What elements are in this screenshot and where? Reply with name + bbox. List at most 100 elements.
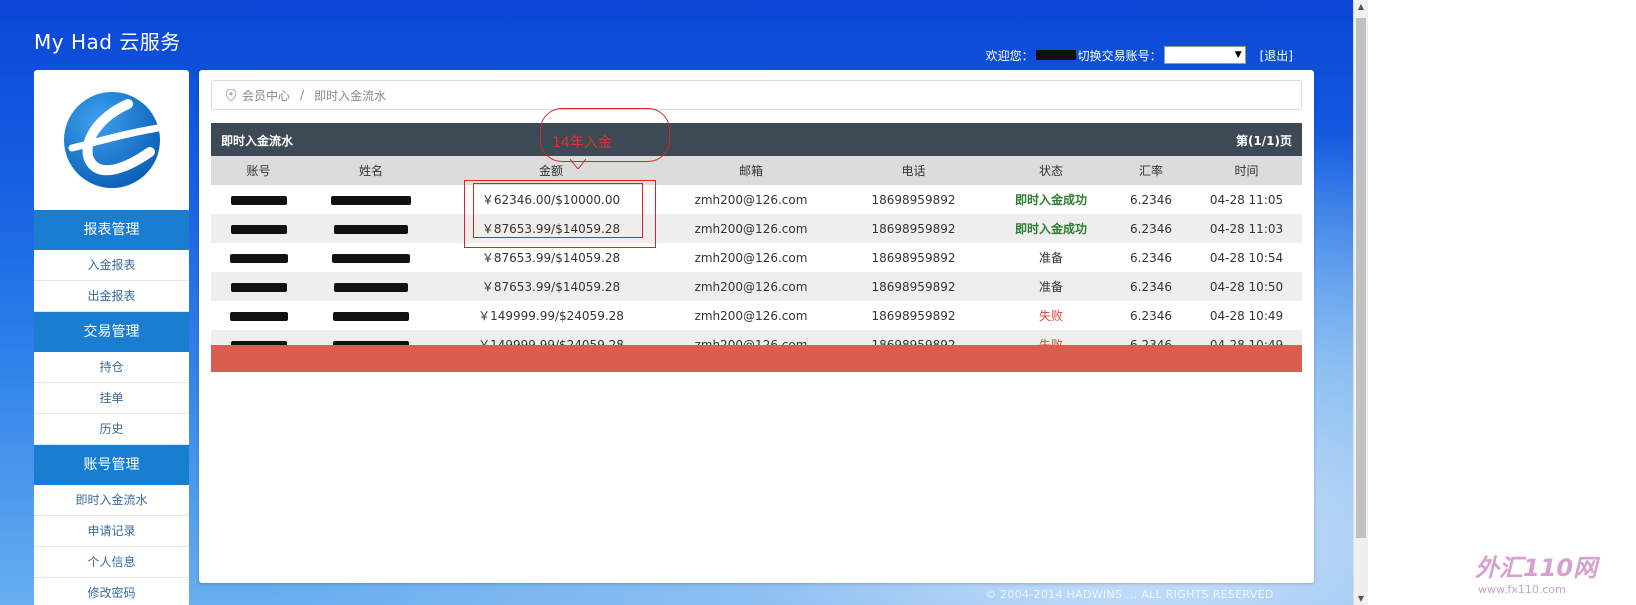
name-cell [306, 243, 436, 272]
table-header-row: 账号 姓名 金额 邮箱 电话 状态 汇率 时间 [211, 156, 1302, 185]
sidebar-item-positions[interactable]: 持仓 [34, 352, 189, 383]
table-row: ￥149999.99/$24059.28 zmh200@126.com 1869… [211, 301, 1302, 330]
time-cell: 04-28 11:03 [1191, 214, 1302, 243]
email-cell: zmh200@126.com [666, 214, 836, 243]
section-report-mgmt: 报表管理 [34, 210, 189, 250]
col-header-status: 状态 [991, 156, 1111, 185]
breadcrumb-current: 即时入金流水 [314, 88, 387, 103]
watermark-url: www.fx110.com [1478, 583, 1566, 596]
rate-cell: 6.2346 [1130, 308, 1172, 323]
status-cell: 准备 [991, 272, 1111, 301]
section-trade-mgmt: 交易管理 [34, 312, 189, 352]
name-cell [306, 301, 436, 330]
name-cell [306, 272, 436, 301]
table-row: ￥87653.99/$14059.28 zmh200@126.com 18698… [211, 272, 1302, 301]
masked-name [334, 282, 408, 292]
phone-cell: 18698959892 [836, 272, 991, 301]
switch-account-label: 切换交易账号： [1077, 48, 1162, 63]
scroll-up-icon[interactable]: ▲ [1354, 2, 1368, 11]
rate-cell: 6.2346 [1111, 272, 1191, 301]
watermark-logo: 外汇110网 [1475, 554, 1598, 582]
scrollbar-thumb[interactable] [1356, 18, 1366, 538]
sidebar-item-history[interactable]: 历史 [34, 414, 189, 445]
topbar: 欢迎您： 切换交易账号： ▼ [退出] [986, 46, 1293, 64]
col-header-phone: 电话 [836, 156, 991, 185]
annotation-bubble-tail [570, 159, 586, 169]
sidebar-item-application-records[interactable]: 申请记录 [34, 516, 189, 547]
masked-account [230, 195, 287, 205]
copyright-footer: © 2004-2014 HADWINS ... ALL RIGHTS RESER… [985, 588, 1274, 601]
col-header-rate: 汇率 [1111, 156, 1191, 185]
page-indicator: 第(1/1)页 [1235, 134, 1292, 148]
email-cell: zmh200@126.com [694, 192, 808, 207]
annotation-text: 14年入金 [552, 135, 612, 151]
col-header-time: 时间 [1191, 156, 1302, 185]
name-cell [306, 214, 436, 243]
col-header-email: 邮箱 [666, 156, 836, 185]
phone-cell: 18698959892 [836, 214, 991, 243]
account-cell [211, 272, 306, 301]
status-cell: 失败 [1038, 309, 1063, 323]
time-cell: 04-28 11:05 [1209, 192, 1284, 207]
deposit-table: 账号 姓名 金额 邮箱 电话 状态 汇率 时间 ￥62346.00/$10000… [211, 156, 1302, 359]
name-cell [306, 185, 436, 214]
scroll-down-icon[interactable]: ▼ [1354, 594, 1368, 603]
sidebar-item-change-password[interactable]: 修改密码 [34, 578, 189, 605]
sidebar-item-withdraw-report[interactable]: 出金报表 [34, 281, 189, 312]
table-title: 即时入金流水 [221, 134, 294, 148]
account-cell [211, 185, 306, 214]
account-cell [211, 243, 306, 272]
account-cell [211, 214, 306, 243]
col-header-name: 姓名 [306, 156, 436, 185]
section-account-mgmt: 账号管理 [34, 445, 189, 485]
rate-cell: 6.2346 [1111, 214, 1191, 243]
masked-name [334, 224, 408, 234]
main-panel: 会员中心 / 即时入金流水 即时入金流水 第(1/1)页 账号 姓名 金额 邮箱… [199, 70, 1314, 583]
masked-account [229, 253, 288, 263]
phone-cell: 18698959892 [871, 250, 956, 265]
table-title-bar: 即时入金流水 第(1/1)页 [211, 123, 1302, 156]
status-cell: 即时入金成功 [991, 214, 1111, 243]
phone-cell: 18698959892 [871, 192, 956, 207]
welcome-label: 欢迎您： [985, 48, 1034, 63]
sidebar: 报表管理 入金报表 出金报表 交易管理 持仓 挂单 历史 账号管理 即时入金流水… [34, 70, 189, 605]
time-cell: 04-28 10:49 [1209, 308, 1284, 323]
sidebar-item-personal-info[interactable]: 个人信息 [34, 547, 189, 578]
company-logo-icon [63, 92, 161, 188]
masked-name [333, 311, 409, 321]
sidebar-item-deposit-report[interactable]: 入金报表 [34, 250, 189, 281]
location-pin-icon [226, 89, 236, 101]
masked-account [230, 224, 287, 234]
account-select[interactable]: ▼ [1163, 46, 1246, 64]
masked-account [230, 282, 287, 292]
phone-cell: 18698959892 [871, 308, 956, 323]
masked-username [1035, 50, 1076, 60]
amount-cell: ￥149999.99/$24059.28 [478, 309, 624, 323]
sidebar-item-pending-orders[interactable]: 挂单 [34, 383, 189, 414]
page-scrollbar[interactable]: ▲ ▼ [1353, 0, 1368, 605]
col-header-account: 账号 [211, 156, 306, 185]
sidebar-item-instant-deposit-log[interactable]: 即时入金流水 [34, 485, 189, 516]
rate-cell: 6.2346 [1130, 250, 1172, 265]
masked-name [332, 253, 410, 263]
table-row: ￥62346.00/$10000.00 zmh200@126.com 18698… [211, 185, 1302, 214]
masked-account [229, 311, 288, 321]
account-cell [211, 301, 306, 330]
time-cell: 04-28 10:54 [1209, 250, 1284, 265]
email-cell: zmh200@126.com [694, 308, 808, 323]
chevron-down-icon[interactable]: ▼ [1235, 50, 1242, 60]
table-row: ￥87653.99/$14059.28 zmh200@126.com 18698… [211, 243, 1302, 272]
breadcrumb-home[interactable]: 会员中心 [242, 87, 290, 104]
brand-title: My Had 云服务 [34, 30, 181, 54]
logout-link[interactable]: [退出] [1260, 47, 1293, 64]
email-cell: zmh200@126.com [666, 272, 836, 301]
table-row: ￥87653.99/$14059.28 zmh200@126.com 18698… [211, 214, 1302, 243]
email-cell: zmh200@126.com [694, 250, 808, 265]
status-cell: 准备 [1038, 251, 1063, 265]
masked-name [331, 195, 411, 205]
logo [34, 70, 189, 210]
status-cell: 即时入金成功 [1014, 193, 1087, 207]
amount-cell: ￥87653.99/$14059.28 [436, 272, 666, 301]
page-background: My Had 云服务 欢迎您： 切换交易账号： ▼ [退出] 报表管理 入金报表… [0, 0, 1353, 605]
annotation-highlight-inner [473, 183, 643, 238]
